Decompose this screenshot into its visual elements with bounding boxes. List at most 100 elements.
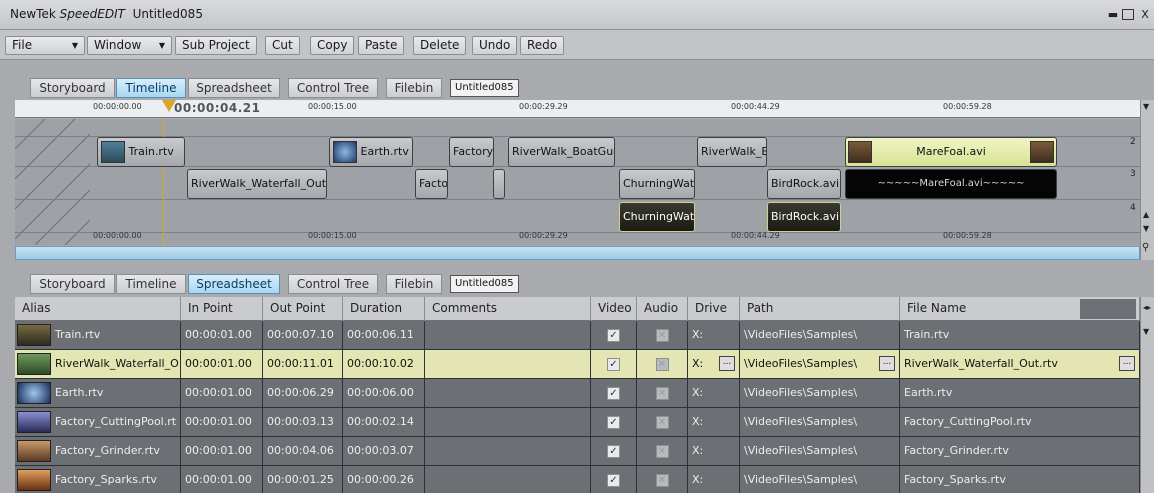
document-name-field[interactable]: Untitled085 [450,79,519,97]
cell-audio[interactable]: ✕ [637,350,688,379]
cell-alias[interactable]: Earth.rtv [15,379,181,408]
cell-drive[interactable]: X: [688,466,740,493]
cell-out-point[interactable]: 00:00:04.06 [263,437,343,466]
audio-clip-birdrock[interactable]: BirdRock.avi [767,202,841,232]
clip-riverwalk-boat[interactable]: RiverWalk_BoatGuer [508,137,615,167]
clip-riverwalk-waterfall[interactable]: RiverWalk_Waterfall_Out. [187,169,327,199]
timeline-tracks[interactable]: 2 3 4 5 2 3 4 Train.rtv Earth.rtv Factor… [15,119,1140,245]
chevron-down-icon[interactable]: ▼ [1143,224,1149,233]
cell-duration[interactable]: 00:00:03.07 [343,437,425,466]
cell-video[interactable]: ✓ [591,321,637,350]
cell-duration[interactable]: 00:00:00.26 [343,466,425,493]
maximize-button[interactable] [1122,9,1134,20]
copy-button[interactable]: Copy [310,36,355,55]
column-header-comments[interactable]: Comments [425,297,591,321]
audio-clip-marefoal[interactable]: ~~~~~MareFoal.avi~~~~~ [845,169,1057,199]
cell-out-point[interactable]: 00:00:11.01 [263,350,343,379]
timeline-ruler[interactable]: 00:00:00.00 00:00:04.21 00:00:15.00 00:0… [15,100,1140,118]
browse-button[interactable]: ... [719,356,735,371]
cell-audio[interactable]: ✕ [637,321,688,350]
chevron-down-icon[interactable]: ▼ [1143,102,1149,111]
video-checkbox[interactable]: ✓ [607,357,620,371]
cell-path[interactable]: \VideoFiles\Samples\ [740,437,900,466]
cell-in-point[interactable]: 00:00:01.00 [181,466,263,493]
chevron-up-icon[interactable]: ▲ [1143,210,1149,219]
cell-path[interactable]: \VideoFiles\Samples\ [740,321,900,350]
cell-comments[interactable] [425,321,591,350]
cell-duration[interactable]: 00:00:06.00 [343,379,425,408]
tab-timeline[interactable]: Timeline [116,274,186,294]
cell-out-point[interactable]: 00:00:01.25 [263,466,343,493]
cell-audio[interactable]: ✕ [637,466,688,493]
cell-drive[interactable]: X: [688,321,740,350]
cell-in-point[interactable]: 00:00:01.00 [181,350,263,379]
sub-project-button[interactable]: Sub Project [175,36,257,55]
tab-control-tree[interactable]: Control Tree [288,274,378,294]
table-row[interactable]: RiverWalk_Waterfall_O 00:00:01.00 00:00:11… [15,350,1140,379]
cell-video[interactable]: ✓ [591,437,637,466]
minimize-button[interactable]: ▬ [1106,8,1120,22]
cell-drive[interactable]: X: [688,437,740,466]
tab-filebin[interactable]: Filebin [386,274,442,294]
cell-in-point[interactable]: 00:00:01.00 [181,379,263,408]
cell-audio[interactable]: ✕ [637,379,688,408]
file-menu[interactable]: File ▼ [5,36,85,55]
cell-file-name[interactable]: Factory_Grinder.rtv [900,437,1140,466]
browse-button[interactable]: ... [879,356,895,371]
table-row[interactable]: Factory_Sparks.rtv 00:00:01.00 00:00:01.25… [15,466,1140,493]
clip-churning-water[interactable]: ChurningWate [619,169,695,199]
cell-alias[interactable]: Factory_Sparks.rtv [15,466,181,493]
column-header-duration[interactable]: Duration [343,297,425,321]
cell-comments[interactable] [425,408,591,437]
tab-filebin[interactable]: Filebin [386,78,442,98]
video-checkbox[interactable]: ✓ [607,328,620,342]
column-header-audio[interactable]: Audio [637,297,688,321]
table-row[interactable]: Factory_Grinder.rtv 00:00:01.00 00:00:04.0… [15,437,1140,466]
audio-checkbox[interactable]: ✕ [655,473,669,487]
undo-button[interactable]: Undo [472,36,518,55]
column-header-drive[interactable]: Drive [688,297,740,321]
cell-path[interactable]: \VideoFiles\Samples\... [740,350,900,379]
document-name-field[interactable]: Untitled085 [450,275,519,293]
clip-factory[interactable]: Factory [449,137,494,167]
cell-alias[interactable]: Factory_CuttingPool.rt [15,408,181,437]
cell-path[interactable]: \VideoFiles\Samples\ [740,408,900,437]
column-header-video[interactable]: Video [591,297,637,321]
cell-video[interactable]: ✓ [591,350,637,379]
cell-drive[interactable]: X:... [688,350,740,379]
cell-file-name[interactable]: Earth.rtv [900,379,1140,408]
cell-out-point[interactable]: 00:00:07.10 [263,321,343,350]
cell-alias[interactable]: RiverWalk_Waterfall_O [15,350,181,379]
audio-checkbox[interactable]: ✕ [655,444,669,458]
close-button[interactable]: X [1138,8,1152,22]
cell-in-point[interactable]: 00:00:01.00 [181,437,263,466]
tab-storyboard[interactable]: Storyboard [30,274,115,294]
cell-audio[interactable]: ✕ [637,408,688,437]
cell-out-point[interactable]: 00:00:06.29 [263,379,343,408]
cell-path[interactable]: \VideoFiles\Samples\ [740,466,900,493]
cell-file-name[interactable]: Factory_CuttingPool.rtv [900,408,1140,437]
video-checkbox[interactable]: ✓ [607,386,620,400]
delete-button[interactable]: Delete [413,36,467,55]
tab-spreadsheet[interactable]: Spreadsheet [188,78,280,98]
column-header-in-point[interactable]: In Point [181,297,263,321]
cut-button[interactable]: Cut [265,36,300,55]
clip-earth[interactable]: Earth.rtv [329,137,413,167]
cell-in-point[interactable]: 00:00:01.00 [181,321,263,350]
paste-button[interactable]: Paste [358,36,405,55]
table-row[interactable]: Train.rtv 00:00:01.00 00:00:07.10 00:00:06.… [15,321,1140,350]
window-menu[interactable]: Window ▼ [87,36,172,55]
video-checkbox[interactable]: ✓ [607,415,620,429]
clip-birdrock[interactable]: BirdRock.avi [767,169,841,199]
cell-duration[interactable]: 00:00:02.14 [343,408,425,437]
timeline-vertical-scrollbar[interactable]: ▼ ▲ ▼ ⚲ [1140,100,1154,260]
clip-marefoal[interactable]: MareFoal.avi [845,137,1057,167]
column-header-out-point[interactable]: Out Point [263,297,343,321]
browse-button[interactable]: ... [1119,356,1135,371]
expand-columns-icon[interactable]: ◂▸ [1143,303,1151,312]
audio-checkbox[interactable]: ✕ [655,357,669,371]
cell-in-point[interactable]: 00:00:01.00 [181,408,263,437]
cell-alias[interactable]: Train.rtv [15,321,181,350]
clip-train[interactable]: Train.rtv [97,137,185,167]
cell-video[interactable]: ✓ [591,408,637,437]
